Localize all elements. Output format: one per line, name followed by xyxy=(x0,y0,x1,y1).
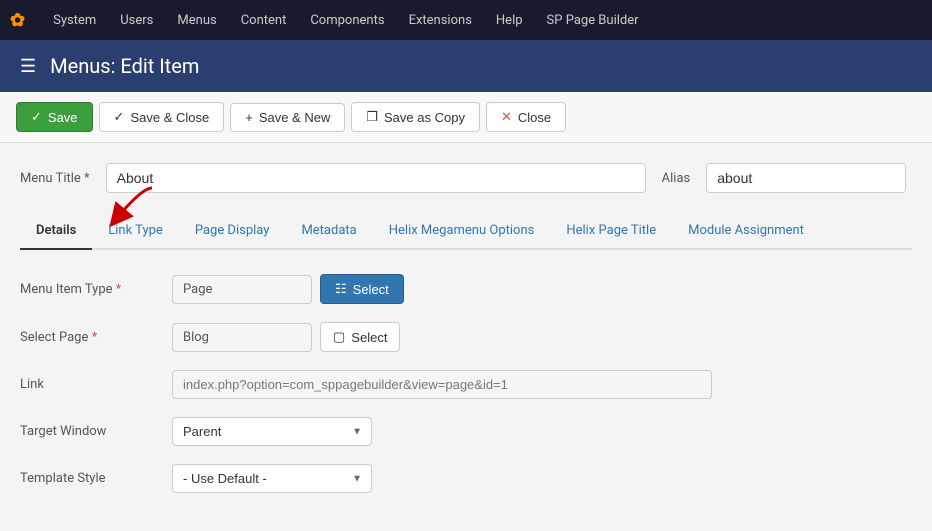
save-copy-button[interactable]: ❐ Save as Copy xyxy=(351,102,480,132)
tab-details[interactable]: Details xyxy=(20,213,92,250)
top-navigation: ✿ System Users Menus Content Components … xyxy=(0,0,932,40)
content-area: Menu Title * Alias Details Link Type xyxy=(0,143,932,531)
close-label: Close xyxy=(518,110,551,125)
template-style-row: Template Style - Use Default -HelixProto… xyxy=(20,464,912,493)
nav-sp-page-builder[interactable]: SP Page Builder xyxy=(535,0,651,40)
tabs-container: Details Link Type Page Display Metadata … xyxy=(20,213,912,250)
joomla-logo: ✿ xyxy=(10,10,25,31)
tab-link-type[interactable]: Link Type xyxy=(92,213,179,250)
close-button[interactable]: ✕ Close xyxy=(486,102,566,132)
link-row: Link xyxy=(20,370,912,399)
menu-item-type-label: Menu Item Type * xyxy=(20,282,160,297)
menu-icon: ☰ xyxy=(20,56,36,77)
target-window-select-wrap: Parent_blank_self_top xyxy=(172,417,372,446)
tab-helix-megamenu[interactable]: Helix Megamenu Options xyxy=(373,213,551,250)
close-icon: ✕ xyxy=(501,109,512,125)
save-button[interactable]: ✓ Save xyxy=(16,102,93,132)
grid-icon: ☷ xyxy=(335,281,347,297)
save-label: Save xyxy=(48,110,78,125)
page-icon: ▢ xyxy=(333,329,345,345)
select-page-row: Select Page * Blog ▢ Select xyxy=(20,322,912,352)
select-page-value: Blog ▢ Select xyxy=(172,322,400,352)
link-input[interactable] xyxy=(172,370,712,399)
link-label: Link xyxy=(20,377,160,392)
target-window-value: Parent_blank_self_top xyxy=(172,417,372,446)
required-marker: * xyxy=(84,171,90,186)
alias-input[interactable] xyxy=(706,163,906,193)
toolbar: ✓ Save ✓ Save & Close + Save & New ❐ Sav… xyxy=(0,92,932,143)
select-label: Select xyxy=(353,282,389,297)
menu-item-type-select-button[interactable]: ☷ Select xyxy=(320,274,404,304)
menu-title-label: Menu Title * xyxy=(20,171,90,186)
tab-page-display[interactable]: Page Display xyxy=(179,213,286,250)
details-panel: Menu Item Type * Page ☷ Select Select Pa… xyxy=(20,274,912,493)
nav-help[interactable]: Help xyxy=(484,0,535,40)
select-page-button[interactable]: ▢ Select xyxy=(320,322,400,352)
select-page-label: Select Page * xyxy=(20,330,160,345)
save-icon: ✓ xyxy=(31,109,42,125)
menu-item-type-value: Page ☷ Select xyxy=(172,274,404,304)
page-header: ☰ Menus: Edit Item xyxy=(0,40,932,92)
select-page-text: Blog xyxy=(172,323,312,352)
save-copy-label: Save as Copy xyxy=(384,110,465,125)
menu-item-type-text: Page xyxy=(172,275,312,304)
nav-content[interactable]: Content xyxy=(229,0,299,40)
save-close-icon: ✓ xyxy=(114,109,125,125)
save-new-icon: + xyxy=(245,110,253,125)
template-style-select-wrap: - Use Default -HelixProtostar xyxy=(172,464,372,493)
select-page-btn-label: Select xyxy=(351,330,387,345)
link-value xyxy=(172,370,712,399)
menu-title-row: Menu Title * Alias xyxy=(20,163,912,193)
nav-extensions[interactable]: Extensions xyxy=(397,0,484,40)
target-window-select[interactable]: Parent_blank_self_top xyxy=(172,417,372,446)
nav-components[interactable]: Components xyxy=(298,0,396,40)
save-close-button[interactable]: ✓ Save & Close xyxy=(99,102,225,132)
target-window-label: Target Window xyxy=(20,424,160,439)
alias-label: Alias xyxy=(662,171,691,186)
tab-metadata[interactable]: Metadata xyxy=(285,213,372,250)
tab-module-assignment[interactable]: Module Assignment xyxy=(672,213,820,250)
tab-helix-page-title[interactable]: Helix Page Title xyxy=(550,213,672,250)
template-style-label: Template Style xyxy=(20,471,160,486)
menu-title-input[interactable] xyxy=(106,163,646,193)
nav-system[interactable]: System xyxy=(41,0,108,40)
nav-users[interactable]: Users xyxy=(108,0,165,40)
target-window-row: Target Window Parent_blank_self_top xyxy=(20,417,912,446)
save-copy-icon: ❐ xyxy=(366,109,378,125)
save-new-button[interactable]: + Save & New xyxy=(230,103,345,132)
page-title: Menus: Edit Item xyxy=(50,54,199,78)
template-style-select[interactable]: - Use Default -HelixProtostar xyxy=(172,464,372,493)
save-close-label: Save & Close xyxy=(130,110,209,125)
menu-item-type-row: Menu Item Type * Page ☷ Select xyxy=(20,274,912,304)
template-style-value: - Use Default -HelixProtostar xyxy=(172,464,372,493)
save-new-label: Save & New xyxy=(259,110,331,125)
nav-menus[interactable]: Menus xyxy=(165,0,228,40)
